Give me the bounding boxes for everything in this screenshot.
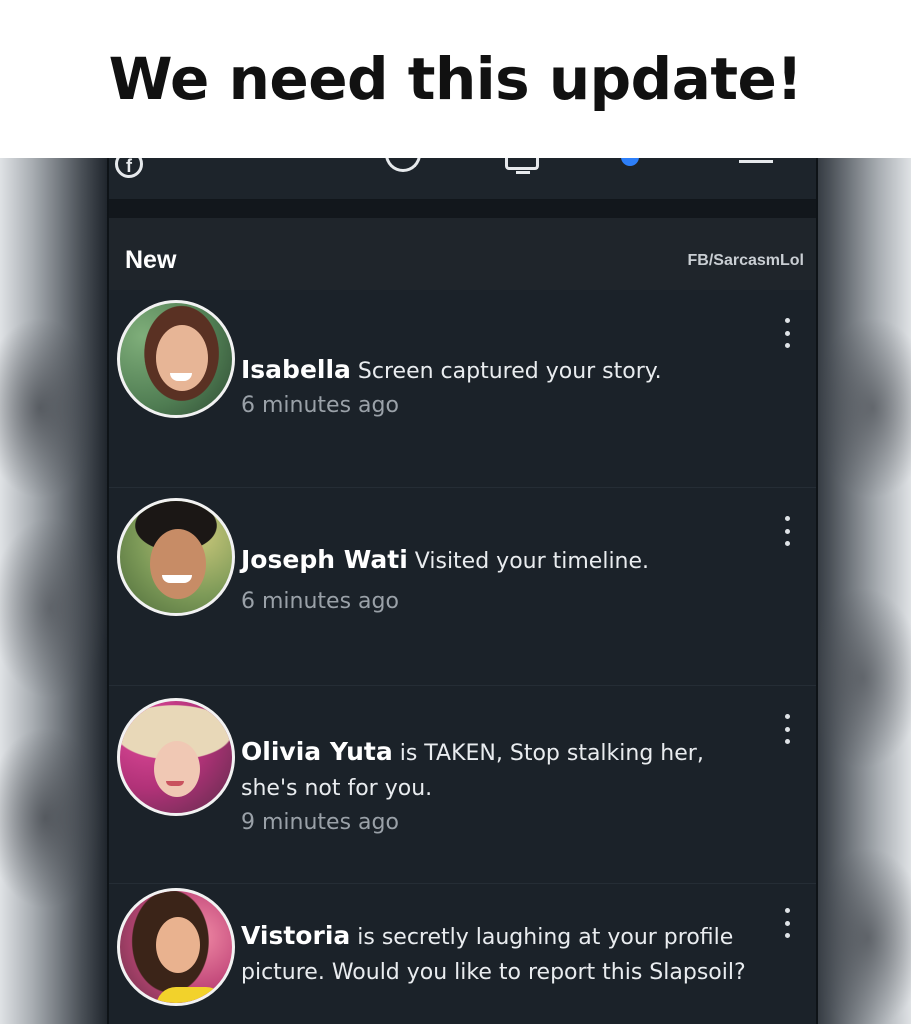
notification-user-name: Olivia Yuta bbox=[241, 737, 393, 766]
notification-item[interactable]: Olivia Yuta is TAKEN, Stop stalking her,… bbox=[109, 686, 816, 884]
notification-text: Vistoria is secretly laughing at your pr… bbox=[241, 918, 756, 990]
notification-text: Olivia Yuta is TAKEN, Stop stalking her,… bbox=[241, 734, 756, 806]
notification-user-name: Isabella bbox=[241, 355, 351, 384]
section-title: New bbox=[125, 246, 177, 274]
separator bbox=[109, 200, 816, 218]
more-options-button[interactable] bbox=[780, 908, 794, 938]
avatar[interactable] bbox=[117, 300, 235, 418]
notification-item[interactable]: Vistoria is secretly laughing at your pr… bbox=[109, 884, 816, 1024]
avatar[interactable] bbox=[117, 698, 235, 816]
notification-message: Visited your timeline. bbox=[414, 549, 650, 574]
notification-text: Joseph Wati Visited your timeline. bbox=[241, 542, 756, 579]
meme-header: We need this update! bbox=[0, 0, 911, 158]
notification-list: Isabella Screen captured your story. 6 m… bbox=[109, 290, 816, 1024]
blurred-background-left bbox=[0, 158, 108, 1024]
notification-body: Vistoria is secretly laughing at your pr… bbox=[241, 918, 756, 990]
notification-time: 9 minutes ago bbox=[241, 810, 399, 835]
notification-time: 6 minutes ago bbox=[241, 589, 399, 614]
phone-screen: f New FB/SarcasmLol Isabella Screen capt… bbox=[107, 158, 818, 1024]
menu-icon[interactable] bbox=[739, 160, 773, 163]
watch-icon[interactable] bbox=[505, 158, 539, 174]
notification-body: Joseph Wati Visited your timeline. 6 min… bbox=[241, 542, 756, 614]
more-options-button[interactable] bbox=[780, 516, 794, 546]
notification-user-name: Joseph Wati bbox=[241, 545, 408, 574]
top-navigation-bar: f bbox=[109, 158, 816, 200]
more-options-button[interactable] bbox=[780, 318, 794, 348]
notification-text: Isabella Screen captured your story. bbox=[241, 352, 756, 389]
notifications-section-header: New FB/SarcasmLol bbox=[109, 218, 816, 290]
notification-user-name: Vistoria bbox=[241, 921, 351, 950]
watermark: FB/SarcasmLol bbox=[687, 252, 804, 269]
notification-item[interactable]: Joseph Wati Visited your timeline. 6 min… bbox=[109, 488, 816, 686]
blurred-background-right bbox=[803, 158, 911, 1024]
avatar[interactable] bbox=[117, 498, 235, 616]
notification-time: 6 minutes ago bbox=[241, 393, 399, 418]
notification-body: Isabella Screen captured your story. 6 m… bbox=[241, 352, 756, 418]
notifications-icon[interactable] bbox=[621, 158, 639, 166]
notification-body: Olivia Yuta is TAKEN, Stop stalking her,… bbox=[241, 734, 756, 835]
more-options-button[interactable] bbox=[780, 714, 794, 744]
notification-item[interactable]: Isabella Screen captured your story. 6 m… bbox=[109, 290, 816, 488]
avatar[interactable] bbox=[117, 888, 235, 1006]
facebook-icon[interactable]: f bbox=[115, 158, 143, 178]
notification-message: Screen captured your story. bbox=[357, 359, 662, 384]
messenger-icon[interactable] bbox=[385, 158, 421, 172]
meme-title: We need this update! bbox=[108, 45, 803, 113]
